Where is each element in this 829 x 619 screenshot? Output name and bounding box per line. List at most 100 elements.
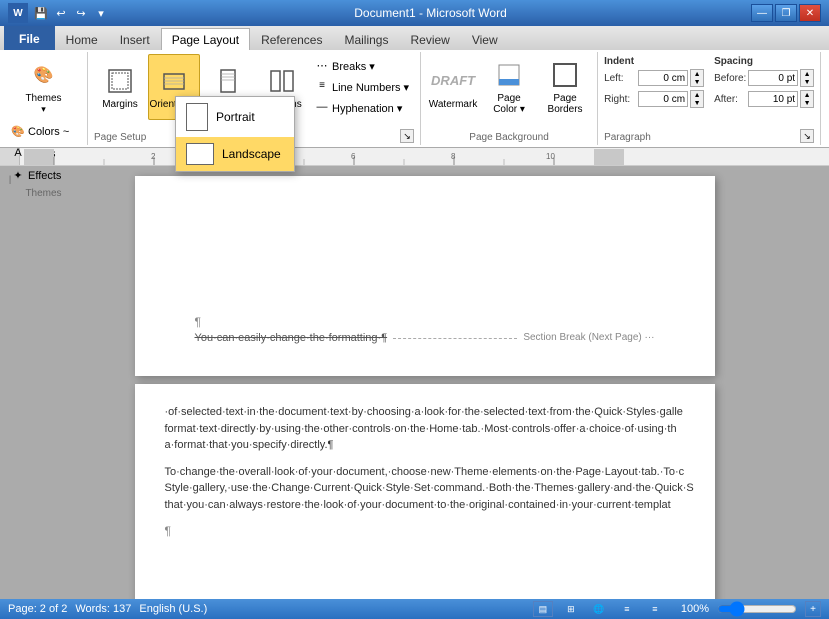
zoom-in-button[interactable]: + (805, 601, 821, 617)
svg-text:2: 2 (151, 152, 156, 161)
themes-group: 🎨 Themes▾ 🎨 Colors ~ A Fonts ✦ Effects T… (0, 52, 88, 145)
title-bar: W 💾 ↩ ↪ ▾ Document1 - Microsoft Word — ❐… (0, 0, 829, 26)
themes-group-label: Themes (25, 186, 61, 199)
spin-down-icon[interactable]: ▼ (691, 99, 703, 107)
spacing-label: Spacing (714, 56, 814, 67)
redo-button[interactable]: ↪ (72, 4, 90, 22)
undo-button[interactable]: ↩ (52, 4, 70, 22)
spin-up-icon[interactable]: ▲ (691, 70, 703, 78)
spin-down-icon[interactable]: ▼ (801, 78, 813, 86)
themes-label: Themes▾ (25, 93, 61, 115)
svg-text:10: 10 (546, 152, 555, 161)
breaks-button[interactable]: ⋯ Breaks ▾ (310, 56, 414, 76)
tab-mailings[interactable]: Mailings (333, 28, 399, 50)
indent-right-label: Right: (604, 94, 636, 105)
themes-icon: 🎨 (28, 59, 60, 91)
tab-review[interactable]: Review (399, 28, 460, 50)
page-setup-expand-button[interactable]: ↘ (400, 129, 414, 143)
colors-icon: 🎨 (11, 125, 25, 139)
indent-right-input[interactable] (638, 91, 688, 107)
svg-text:6: 6 (351, 152, 356, 161)
page-background-group: DRAFT Watermark Page Color ▾ Page Border… (421, 52, 598, 145)
themes-button[interactable]: 🎨 Themes▾ (15, 54, 73, 120)
svg-text:8: 8 (451, 152, 456, 161)
paragraph-expand-button[interactable]: ↘ (800, 129, 814, 143)
spin-up-icon[interactable]: ▲ (801, 70, 813, 78)
window-title: Document1 - Microsoft Word (110, 6, 751, 20)
draft-button[interactable]: ≡ (645, 601, 665, 617)
spacing-before-input[interactable] (748, 70, 798, 86)
landscape-label: Landscape (222, 147, 281, 161)
tab-page-layout[interactable]: Page Layout (161, 28, 250, 50)
page-color-button[interactable]: Page Color ▾ (483, 54, 535, 120)
zoom-slider[interactable] (717, 603, 797, 615)
body-text-2: To·change·the·overall·look·of·your·docum… (165, 464, 685, 514)
spin-up-icon[interactable]: ▲ (801, 91, 813, 99)
page-text-with-section-break: You·can·easily·change·the·formatting·¶ S… (195, 331, 655, 346)
page-count: Page: 2 of 2 (8, 603, 67, 615)
spacing-after-label: After: (714, 94, 746, 105)
spin-down-icon[interactable]: ▼ (801, 99, 813, 107)
tab-file[interactable]: File (4, 26, 55, 50)
spin-down-icon[interactable]: ▼ (691, 78, 703, 86)
spin-up-icon[interactable]: ▲ (691, 91, 703, 99)
restore-button[interactable]: ❐ (775, 4, 797, 22)
minimize-button[interactable]: — (751, 4, 773, 22)
hyphenation-icon: — (315, 101, 329, 115)
watermark-icon: DRAFT (437, 65, 469, 97)
landscape-page-icon (186, 143, 214, 165)
page-background-label: Page Background (469, 130, 549, 143)
indent-right-spinner[interactable]: ▲ ▼ (690, 90, 704, 108)
full-screen-button[interactable]: ⊞ (561, 601, 581, 617)
tab-references[interactable]: References (250, 28, 333, 50)
ribbon-tabs: File Home Insert Page Layout References … (0, 26, 829, 50)
window-controls: — ❐ ✕ (751, 4, 821, 22)
hyphenation-button[interactable]: — Hyphenation ▾ (310, 98, 414, 118)
body-text-1: ·of·selected·text·in·the·document·text·b… (165, 404, 685, 454)
page-borders-button[interactable]: Page Borders (539, 54, 591, 120)
page-setup-label: Page Setup (94, 130, 146, 143)
line-numbers-button[interactable]: ≡ Line Numbers ▾ (310, 77, 414, 97)
print-layout-button[interactable]: ▤ (533, 601, 553, 617)
close-button[interactable]: ✕ (799, 4, 821, 22)
ruler: 2 4 6 8 10 (20, 148, 829, 165)
spacing-after-spinner[interactable]: ▲ ▼ (800, 90, 814, 108)
paragraph-group: Indent Left: ▲ ▼ Right: ▲ ▼ (598, 52, 821, 145)
page-borders-icon (549, 59, 581, 91)
zoom-label: 100% (681, 603, 709, 615)
customize-quick-access-button[interactable]: ▾ (92, 4, 110, 22)
web-layout-button[interactable]: 🌐 (589, 601, 609, 617)
watermark-button[interactable]: DRAFT Watermark (427, 54, 479, 120)
spacing-after-input[interactable] (748, 91, 798, 107)
portrait-label: Portrait (216, 110, 255, 124)
indent-left-spinner[interactable]: ▲ ▼ (690, 69, 704, 87)
orientation-dropdown: Portrait Landscape (175, 96, 295, 172)
colors-button[interactable]: 🎨 Colors ~ (6, 122, 81, 142)
app-icon: W (8, 3, 28, 23)
save-button[interactable]: 💾 (32, 4, 50, 22)
effects-button[interactable]: ✦ Effects (6, 166, 81, 186)
size-icon (212, 65, 244, 97)
spacing-before-spinner[interactable]: ▲ ▼ (800, 69, 814, 87)
bottom-page: ·of·selected·text·in·the·document·text·b… (135, 384, 715, 599)
tab-insert[interactable]: Insert (109, 28, 161, 50)
line-numbers-icon: ≡ (315, 80, 329, 94)
indent-left-input[interactable] (638, 70, 688, 86)
status-bar: Page: 2 of 2 Words: 137 English (U.S.) ▤… (0, 599, 829, 619)
quick-access-toolbar: 💾 ↩ ↪ ▾ (32, 4, 110, 22)
title-bar-left: W 💾 ↩ ↪ ▾ (8, 3, 110, 23)
margins-label: Margins (102, 99, 138, 110)
indent-label: Indent (604, 56, 704, 67)
margins-button[interactable]: Margins (94, 54, 146, 120)
portrait-option[interactable]: Portrait (176, 97, 294, 137)
word-count: Words: 137 (75, 603, 131, 615)
landscape-option[interactable]: Landscape (176, 137, 294, 171)
top-page: ¶ You·can·easily·change·the·formatting·¶… (135, 176, 715, 376)
tab-home[interactable]: Home (55, 28, 109, 50)
paragraph-mark-bottom: ¶ (165, 523, 685, 540)
spacing-before-label: Before: (714, 73, 746, 84)
paragraph-mark-top: ¶ (195, 314, 655, 331)
outline-button[interactable]: ≡ (617, 601, 637, 617)
ribbon: 🎨 Themes▾ 🎨 Colors ~ A Fonts ✦ Effects T… (0, 50, 829, 148)
tab-view[interactable]: View (461, 28, 509, 50)
